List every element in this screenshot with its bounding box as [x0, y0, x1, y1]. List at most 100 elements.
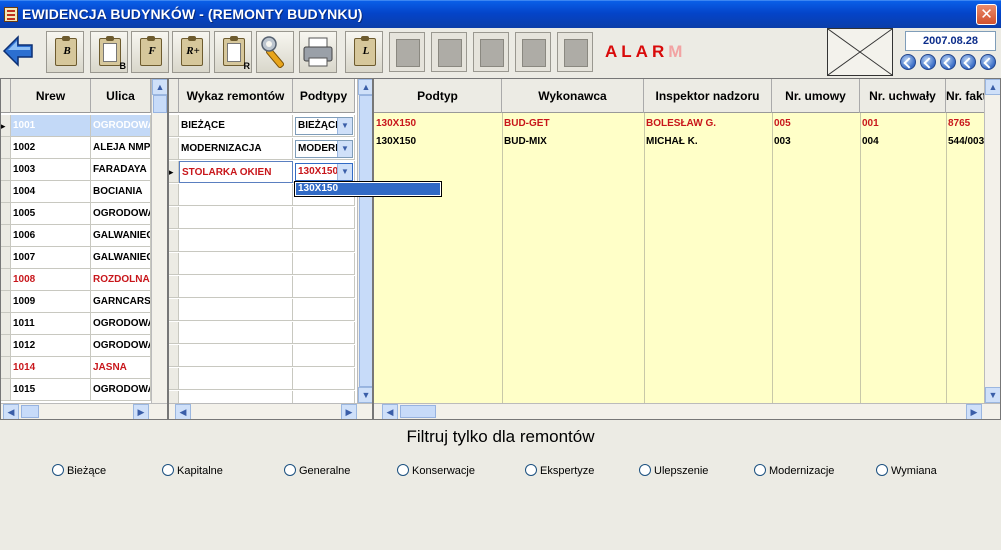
cell-wykaz[interactable] — [179, 299, 293, 321]
row-indicator[interactable] — [1, 379, 11, 401]
col-nr-umowy[interactable]: Nr. umowy — [772, 79, 860, 113]
copy-r-button[interactable]: R — [214, 31, 252, 73]
cell-nrew[interactable]: 1012 — [11, 335, 91, 357]
buildings-hscroll[interactable]: ◀ ▶ — [1, 403, 167, 419]
cell-wykaz[interactable] — [179, 184, 293, 206]
table-row[interactable]: 1011 OGRODOWA — [1, 313, 151, 335]
cell-nr-uchwaly[interactable]: 001 — [860, 115, 946, 133]
col-inspektor[interactable]: Inspektor nadzoru — [644, 79, 772, 113]
row-indicator[interactable]: ▸ — [1, 115, 11, 137]
table-row[interactable] — [169, 368, 355, 390]
row-indicator[interactable] — [169, 184, 179, 206]
row-indicator[interactable] — [1, 203, 11, 225]
radio-icon[interactable] — [639, 464, 651, 476]
table-row[interactable]: 1002 ALEJA NMP — [1, 137, 151, 159]
table-row[interactable] — [169, 276, 355, 298]
row-indicator[interactable] — [169, 115, 179, 137]
cell-ulica[interactable]: OGRODOWA — [91, 115, 151, 137]
cell-inspektor[interactable]: MICHAŁ K. — [644, 133, 772, 151]
podtyp-select[interactable]: BIEŻĄCE ▼ — [295, 117, 353, 135]
date-field[interactable]: 2007.08.28 — [905, 31, 996, 51]
table-row[interactable] — [169, 345, 355, 367]
cell-nrew[interactable]: 1003 — [11, 159, 91, 181]
cell-ulica[interactable]: ROZDOLNA — [91, 269, 151, 291]
filter-radio-option[interactable]: Wymiana — [876, 464, 937, 478]
copy-b-button[interactable]: B — [90, 31, 128, 73]
table-row[interactable]: 1009GARNCARSKA — [1, 291, 151, 313]
row-indicator[interactable] — [1, 137, 11, 159]
col-podtyp[interactable]: Podtyp — [374, 79, 502, 113]
table-row[interactable]: MODERNIZACJAMODERNIZACJA▼ — [169, 138, 355, 160]
table-row[interactable]: ▸ 1001 OGRODOWA — [1, 115, 151, 137]
cell-wykaz[interactable] — [179, 207, 293, 229]
scroll-right-icon[interactable]: ▶ — [966, 404, 982, 419]
close-button[interactable]: ✕ — [976, 4, 997, 25]
filter-radio-option[interactable]: Konserwacje — [397, 464, 475, 478]
row-indicator[interactable] — [1, 159, 11, 181]
filter-radio-option[interactable]: Bieżące — [52, 464, 106, 478]
cell-ulica[interactable]: OGRODOWA — [91, 379, 151, 401]
filter-radio-option[interactable]: Modernizacje — [754, 464, 834, 478]
report-r-plus-button[interactable]: R+ — [172, 31, 210, 73]
table-row[interactable]: 1005 OGRODOWA — [1, 203, 151, 225]
filter-radio-option[interactable]: Ulepszenie — [639, 464, 708, 478]
radio-icon[interactable] — [397, 464, 409, 476]
scroll-left-icon[interactable]: ◀ — [382, 404, 398, 419]
table-row[interactable]: 130X150 BUD-GET BOLESŁAW G. 005 001 8765 — [374, 115, 985, 133]
col-wykonawca[interactable]: Wykonawca — [502, 79, 644, 113]
report-b-button[interactable]: B — [46, 31, 84, 73]
cell-wykaz[interactable] — [179, 230, 293, 252]
cell-podtyp[interactable]: 130X150 — [374, 115, 502, 133]
cell-nrew[interactable]: 1004 — [11, 181, 91, 203]
row-indicator[interactable] — [1, 291, 11, 313]
disabled-tool-button[interactable] — [473, 32, 509, 72]
cell-nrew[interactable]: 1014 — [11, 357, 91, 379]
details-vscroll[interactable]: ▲ ▼ — [984, 79, 1000, 404]
cell-wykaz[interactable]: BIEŻĄCE — [179, 115, 293, 137]
nav-next-icon[interactable] — [960, 54, 976, 70]
cell-nrew[interactable]: 1001 — [11, 115, 91, 137]
table-row[interactable]: 1008 ROZDOLNA — [1, 269, 151, 291]
row-indicator[interactable] — [1, 269, 11, 291]
row-indicator[interactable] — [169, 207, 179, 229]
disabled-tool-button[interactable] — [431, 32, 467, 72]
buildings-vscroll[interactable]: ▲ — [151, 79, 167, 404]
chevron-down-icon[interactable]: ▼ — [337, 118, 352, 134]
back-arrow-icon[interactable] — [2, 34, 34, 68]
nav-last-icon[interactable] — [980, 54, 996, 70]
cell-wykaz[interactable] — [179, 368, 293, 390]
table-row[interactable]: 1007GALWANIEGO — [1, 247, 151, 269]
cell-nr-umowy[interactable]: 005 — [772, 115, 860, 133]
nav-first-icon[interactable] — [900, 54, 916, 70]
cell-ulica[interactable]: GALWANIEGO — [91, 225, 151, 247]
table-row[interactable]: ▸ STOLARKA OKIEN 130X150 ▼ — [169, 161, 355, 183]
table-row[interactable] — [169, 299, 355, 321]
row-indicator[interactable] — [169, 299, 179, 321]
row-indicator[interactable] — [169, 368, 179, 390]
cell-nrew[interactable]: 1015 — [11, 379, 91, 401]
cell-nrew[interactable]: 1006 — [11, 225, 91, 247]
settings-button[interactable] — [256, 31, 294, 73]
row-indicator[interactable]: ▸ — [169, 161, 179, 183]
row-indicator[interactable] — [1, 225, 11, 247]
cell-inspektor[interactable]: BOLESŁAW G. — [644, 115, 772, 133]
scroll-up-icon[interactable]: ▲ — [358, 79, 372, 95]
table-row[interactable]: 1015 OGRODOWA — [1, 379, 151, 401]
table-row[interactable] — [169, 230, 355, 252]
row-indicator[interactable] — [1, 357, 11, 379]
row-indicator[interactable] — [169, 253, 179, 275]
table-row[interactable] — [169, 253, 355, 275]
nav-home-icon[interactable] — [940, 54, 956, 70]
cell-ulica[interactable]: OGRODOWA — [91, 335, 151, 357]
cell-ulica[interactable]: BOCIANIA — [91, 181, 151, 203]
col-nrew[interactable]: Nrew — [11, 79, 91, 113]
repairs-vscroll[interactable]: ▲ ▼ — [357, 79, 372, 404]
podtyp-select[interactable]: 130X150 ▼ — [295, 163, 353, 181]
cell-ulica[interactable]: JASNA — [91, 357, 151, 379]
cell-nrew[interactable]: 1002 — [11, 137, 91, 159]
dropdown-option[interactable]: 130X150 — [296, 183, 440, 195]
podtyp-select[interactable]: MODERNIZACJA▼ — [295, 140, 353, 158]
table-row[interactable]: 1004 BOCIANIA — [1, 181, 151, 203]
col-nr-uchwaly[interactable]: Nr. uchwały — [860, 79, 946, 113]
row-indicator[interactable] — [169, 345, 179, 367]
